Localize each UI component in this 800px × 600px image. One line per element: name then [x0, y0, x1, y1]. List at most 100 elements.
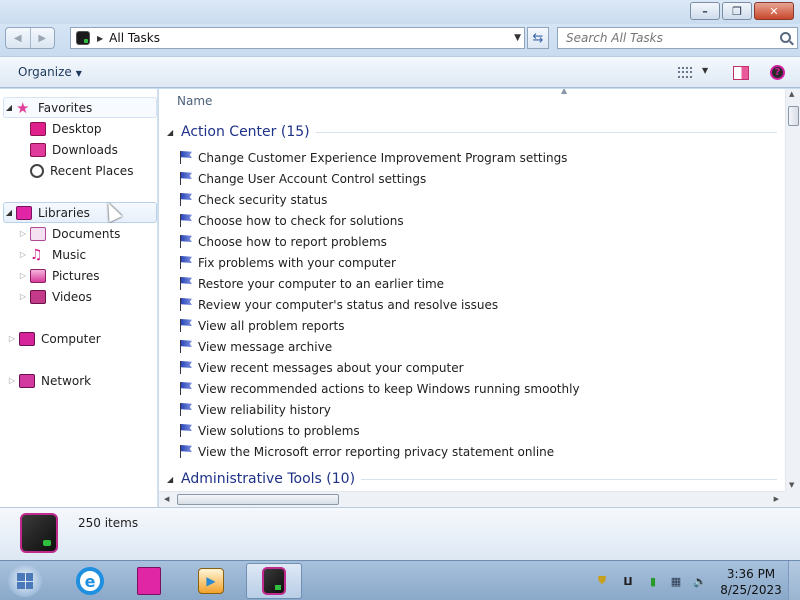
forward-button[interactable]: ▶ — [31, 28, 55, 48]
nav-downloads[interactable]: Downloads — [18, 139, 118, 160]
organize-button[interactable]: Organize ▼ — [18, 65, 82, 79]
group-header-administrative-tools[interactable]: ◢ Administrative Tools (10) — [167, 469, 777, 489]
horizontal-scroll-thumb[interactable] — [177, 494, 339, 505]
task-item[interactable]: View the Microsoft error reporting priva… — [179, 441, 554, 462]
address-bar[interactable]: ▶ All Tasks ▼ — [70, 27, 525, 49]
nav-documents[interactable]: ▷ Documents — [18, 223, 120, 244]
address-dropdown-icon[interactable]: ▼ — [514, 33, 521, 43]
taskbar-media-player[interactable]: ▶ — [183, 563, 239, 599]
task-label: View reliability history — [198, 402, 331, 417]
forward-arrow-icon: ▶ — [38, 32, 47, 44]
nav-computer[interactable]: ▷ Computer — [7, 328, 101, 349]
action-center-flag-icon — [179, 298, 193, 311]
group-collapse-triangle-icon[interactable]: ◢ — [167, 128, 181, 137]
task-label: Choose how to check for solutions — [198, 213, 404, 228]
horizontal-scrollbar[interactable]: ◀ ▶ — [159, 491, 785, 507]
collapsed-triangle-icon[interactable]: ▷ — [7, 334, 17, 343]
search-box[interactable] — [557, 27, 798, 49]
task-item[interactable]: View reliability history — [179, 399, 331, 420]
downloads-icon — [30, 142, 46, 157]
scroll-up-icon[interactable]: ▲ — [789, 90, 794, 98]
task-item[interactable]: View solutions to problems — [179, 420, 360, 441]
taskbar-windows-explorer[interactable] — [121, 563, 177, 599]
start-button[interactable] — [8, 565, 42, 597]
details-pane: 250 items — [0, 507, 800, 560]
task-item[interactable]: View recent messages about your computer — [179, 357, 464, 378]
task-item[interactable]: Restore your computer to an earlier time — [179, 273, 444, 294]
nav-videos[interactable]: ▷ Videos — [18, 286, 92, 307]
task-label: Restore your computer to an earlier time — [198, 276, 445, 291]
close-button[interactable]: ✕ — [754, 2, 794, 20]
tray-app-icon[interactable]: ⵡ — [620, 573, 636, 589]
clock[interactable]: 3:36 PM 8/25/2023 — [720, 566, 782, 598]
nav-network[interactable]: ▷ Network — [7, 370, 91, 391]
taskbar-internet-explorer[interactable]: e — [62, 563, 118, 599]
action-center-flag-icon — [179, 403, 193, 416]
group-header-action-center[interactable]: ◢ Action Center (15) — [167, 122, 777, 142]
collapsed-triangle-icon[interactable]: ▷ — [18, 292, 28, 301]
back-button[interactable]: ◀ — [6, 28, 31, 48]
view-options-chevron-icon[interactable]: ▼ — [702, 66, 708, 75]
nav-desktop[interactable]: Desktop — [18, 118, 102, 139]
breadcrumb-current[interactable]: All Tasks — [109, 31, 160, 45]
minimize-button[interactable]: – — [690, 2, 720, 20]
scroll-left-icon[interactable]: ◀ — [164, 495, 169, 503]
libraries-icon — [16, 205, 32, 220]
navigation-pane: ◢ ★ Favorites Desktop Downloads Recent P… — [0, 89, 158, 507]
task-item[interactable]: Check security status — [179, 189, 327, 210]
task-item[interactable]: View all problem reports — [179, 315, 345, 336]
task-item[interactable]: Change User Account Control settings — [179, 168, 426, 189]
nav-recent-places[interactable]: Recent Places — [18, 160, 133, 181]
nav-pictures[interactable]: ▷ Pictures — [18, 265, 100, 286]
scroll-down-icon[interactable]: ▼ — [789, 481, 794, 489]
nav-favorites-label: Favorites — [38, 100, 93, 115]
task-item[interactable]: Review your computer's status and resolv… — [179, 294, 498, 315]
task-item[interactable]: Choose how to report problems — [179, 231, 387, 252]
task-item[interactable]: View recommended actions to keep Windows… — [179, 378, 580, 399]
column-header-name[interactable]: Name — [177, 94, 212, 108]
task-label: View recent messages about your computer — [198, 360, 464, 375]
refresh-icon: ⇆ — [532, 30, 544, 46]
volume-muted-icon[interactable]: 🔈 — [692, 573, 708, 589]
collapsed-triangle-icon[interactable]: ▷ — [7, 376, 17, 385]
music-icon: ♫ — [30, 246, 43, 263]
show-desktop-button[interactable] — [788, 561, 800, 600]
task-item[interactable]: Change Customer Experience Improvement P… — [179, 147, 567, 168]
vertical-scrollbar[interactable]: ▲ ▼ — [785, 89, 800, 492]
restore-button[interactable]: ❐ — [722, 2, 752, 20]
group-collapse-triangle-icon[interactable]: ◢ — [167, 475, 181, 484]
clock-date: 8/25/2023 — [720, 583, 782, 597]
help-icon[interactable]: ? — [770, 65, 785, 80]
task-item[interactable]: Fix problems with your computer — [179, 252, 396, 273]
nav-music[interactable]: ▷ ♫ Music — [18, 244, 86, 265]
media-player-icon: ▶ — [198, 568, 224, 594]
expanded-triangle-icon[interactable]: ◢ — [4, 103, 14, 112]
taskbar-control-panel[interactable] — [246, 563, 302, 599]
battery-icon[interactable]: ▮ — [645, 573, 661, 589]
collapsed-triangle-icon[interactable]: ▷ — [18, 271, 28, 280]
nav-libraries[interactable]: ◢ Libraries — [3, 202, 157, 223]
network-icon — [19, 373, 35, 388]
clock-time: 3:36 PM — [726, 567, 776, 581]
taskbar: e ▶ ⛊ ⵡ ▮ ▦ 🔈 3:36 PM 8/25/2023 — [0, 560, 800, 600]
task-item[interactable]: View message archive — [179, 336, 332, 357]
network-status-icon[interactable]: ▦ — [668, 573, 684, 589]
nav-music-label: Music — [52, 247, 87, 262]
title-bar: – ❐ ✕ — [0, 0, 800, 24]
breadcrumb-separator-icon[interactable]: ▶ — [97, 34, 103, 43]
vertical-scroll-thumb[interactable] — [788, 106, 799, 126]
action-center-flag-icon — [179, 235, 193, 248]
nav-favorites[interactable]: ◢ ★ Favorites — [3, 97, 157, 118]
search-icon[interactable] — [780, 32, 791, 43]
task-item[interactable]: Choose how to check for solutions — [179, 210, 404, 231]
preview-pane-icon[interactable] — [733, 66, 749, 80]
collapsed-triangle-icon[interactable]: ▷ — [18, 250, 28, 259]
search-input[interactable] — [558, 31, 768, 45]
change-view-icon[interactable] — [678, 67, 692, 78]
expanded-triangle-icon[interactable]: ◢ — [4, 208, 14, 217]
security-shield-icon[interactable]: ⛊ — [594, 573, 610, 589]
action-center-flag-icon — [179, 277, 193, 290]
scroll-right-icon[interactable]: ▶ — [774, 495, 779, 503]
refresh-button[interactable]: ⇆ — [527, 27, 549, 49]
collapsed-triangle-icon[interactable]: ▷ — [18, 229, 28, 238]
